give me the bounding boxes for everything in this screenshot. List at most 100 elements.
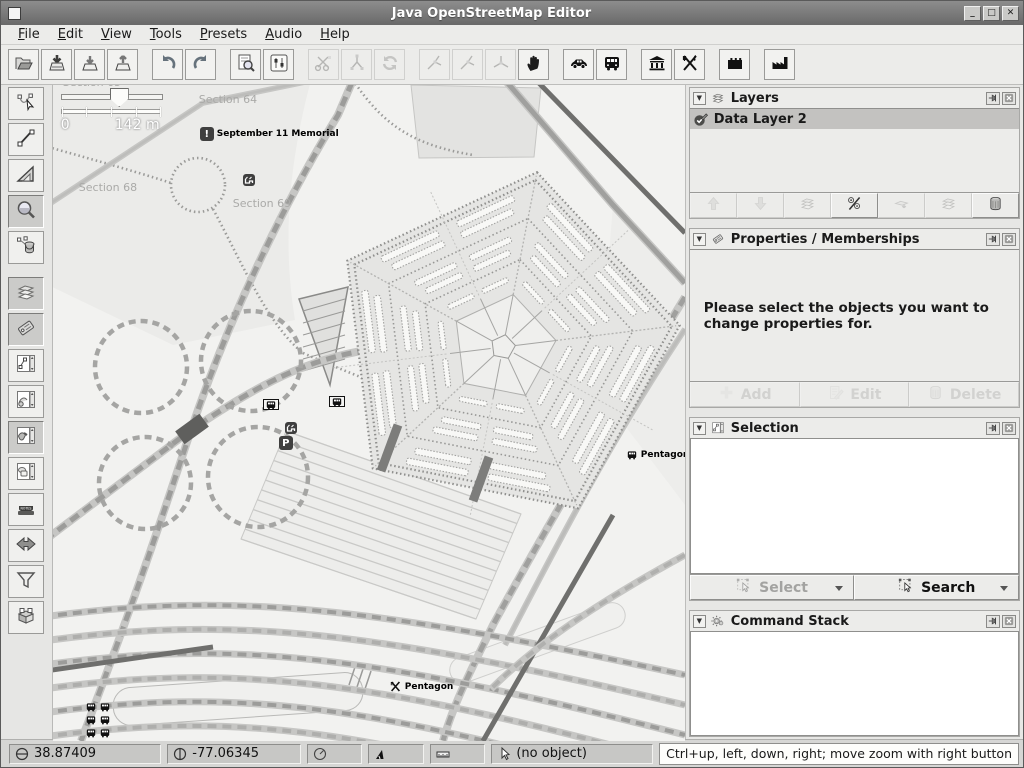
toolbar-group	[718, 49, 751, 80]
toggle-relation-panel[interactable]	[8, 385, 44, 418]
layer-row[interactable]: Data Layer 2	[690, 109, 1019, 129]
delete-property-button[interactable]: Delete	[909, 382, 1019, 407]
layer-merge-down-button[interactable]	[878, 193, 925, 218]
preset-tourism-button[interactable]	[641, 49, 672, 80]
selection-list[interactable]	[690, 438, 1019, 574]
pin-icon[interactable]	[986, 615, 1000, 628]
preset-factory-button[interactable]	[764, 49, 795, 80]
selection-select-button[interactable]: Select	[690, 575, 855, 600]
status-help-text: Ctrl+up, left, down, right; move zoom wi…	[659, 743, 1019, 765]
searchcur-icon	[736, 577, 753, 598]
tool-measure[interactable]	[8, 159, 44, 192]
sellist-icon	[15, 353, 37, 379]
toggle-properties-panel[interactable]	[8, 313, 44, 346]
upload-button[interactable]	[107, 49, 138, 80]
relsel-icon	[15, 389, 37, 415]
menu-item[interactable]: Presets	[191, 26, 256, 43]
toggle-changeset-panel[interactable]	[8, 601, 44, 634]
layer-move-up-button[interactable]	[690, 193, 737, 218]
ruler-icon	[436, 747, 450, 761]
menu-item[interactable]: Audio	[256, 26, 311, 43]
pin-icon[interactable]	[986, 92, 1000, 105]
undo-button[interactable]	[152, 49, 183, 80]
layer-move-down-button[interactable]	[737, 193, 784, 218]
editdoc-icon	[827, 384, 844, 405]
collapse-icon[interactable]: ▼	[693, 422, 706, 435]
scale-max-label: 142 m	[115, 117, 160, 133]
command-stack-panel-title: Command Stack	[731, 614, 984, 629]
join-node-button[interactable]	[419, 49, 450, 80]
menu-item[interactable]: View	[92, 26, 141, 43]
collapse-icon[interactable]: ▼	[693, 615, 706, 628]
josm-window: Java OpenStreetMap Editor _ □ ✕ FileEdit…	[0, 0, 1024, 768]
toggle-mappaint-panel[interactable]	[8, 421, 44, 454]
toggle-conflict-panel[interactable]	[8, 529, 44, 562]
join1-icon	[458, 53, 478, 77]
tool-zoom[interactable]	[8, 195, 44, 228]
tool-draw-node[interactable]	[8, 123, 44, 156]
map-view[interactable]: Section 65Section 64Section 68Section 69…	[53, 85, 685, 741]
toggle-relations-panel[interactable]	[8, 457, 44, 490]
menu-item[interactable]: File	[9, 26, 49, 43]
preset-bus-button[interactable]	[596, 49, 627, 80]
zoomdoc-icon	[236, 53, 256, 77]
close-button[interactable]: ✕	[1002, 6, 1019, 21]
menu-item[interactable]: Edit	[49, 26, 92, 43]
layer-delete-button[interactable]	[972, 193, 1019, 218]
close-icon[interactable]	[1002, 422, 1016, 435]
button-label: Search	[921, 580, 975, 596]
latitude-icon	[15, 747, 29, 761]
tool-select[interactable]	[8, 87, 44, 120]
toolbar-group	[307, 49, 406, 80]
relations-icon	[15, 461, 37, 487]
collapse-icon[interactable]: ▼	[693, 92, 706, 105]
pin-icon[interactable]	[986, 422, 1000, 435]
chevron-down-icon[interactable]	[1000, 586, 1008, 591]
pin-icon[interactable]	[986, 233, 1000, 246]
pan-hand-button[interactable]	[518, 49, 549, 80]
minimize-button[interactable]: _	[964, 6, 981, 21]
layer-merge-button[interactable]	[784, 193, 831, 218]
download-icon	[80, 53, 100, 77]
toggle-selection-panel[interactable]	[8, 349, 44, 382]
deletenode-icon	[15, 235, 37, 261]
tag-icon	[15, 317, 37, 343]
open-button[interactable]	[8, 49, 39, 80]
unglue-button[interactable]	[485, 49, 516, 80]
maximize-button[interactable]: □	[983, 6, 1000, 21]
selection-search-button[interactable]: Search	[854, 575, 1019, 600]
toggle-layers-panel[interactable]	[8, 277, 44, 310]
edit-property-button[interactable]: Edit	[800, 382, 910, 407]
zoom-to-data-button[interactable]	[230, 49, 261, 80]
download-button[interactable]	[74, 49, 105, 80]
redo-button[interactable]	[185, 49, 216, 80]
unjoin-node-button[interactable]	[452, 49, 483, 80]
preset-restaurant-button[interactable]	[674, 49, 705, 80]
add-property-button[interactable]: Add	[690, 382, 800, 407]
close-icon[interactable]	[1002, 233, 1016, 246]
collapse-icon[interactable]: ▼	[693, 233, 706, 246]
toolbar-group	[418, 49, 550, 80]
toolbar-group	[151, 49, 217, 80]
layer-duplicate-button[interactable]	[925, 193, 972, 218]
preset-castle-button[interactable]	[719, 49, 750, 80]
toggle-notes-panel[interactable]: NOTES	[8, 493, 44, 526]
preferences-button[interactable]	[263, 49, 294, 80]
bank-icon	[647, 53, 667, 77]
save-button[interactable]	[41, 49, 72, 80]
close-icon[interactable]	[1002, 615, 1016, 628]
close-icon[interactable]	[1002, 92, 1016, 105]
update-data-button[interactable]	[374, 49, 405, 80]
menu-item[interactable]: Tools	[141, 26, 191, 43]
split-way-button[interactable]	[308, 49, 339, 80]
chevron-down-icon[interactable]	[835, 586, 843, 591]
preset-car-button[interactable]	[563, 49, 594, 80]
conflict-icon	[15, 533, 37, 559]
tool-delete[interactable]	[8, 231, 44, 264]
mergedown-icon	[893, 195, 910, 216]
menu-item[interactable]: Help	[311, 26, 359, 43]
toggle-filter-panel[interactable]	[8, 565, 44, 598]
combine-way-button[interactable]	[341, 49, 372, 80]
layers-icon	[940, 195, 957, 216]
layer-visibility-button[interactable]	[831, 193, 878, 218]
